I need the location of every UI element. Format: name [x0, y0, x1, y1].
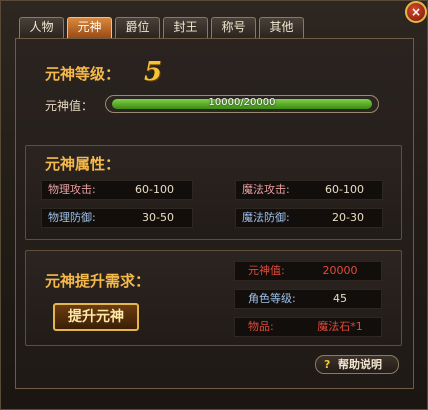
attr-value: 60-100	[325, 183, 364, 196]
attr-physical-attack: 物理攻击: 60-100	[41, 180, 193, 200]
req-label: 元神值:	[248, 264, 285, 277]
tab-other[interactable]: 其他	[259, 17, 304, 38]
yuanshen-value-label: 元神值：	[45, 99, 94, 113]
yuanshen-progress-bar: 10000/20000	[105, 95, 379, 113]
tab-yuanshen[interactable]: 元神	[67, 17, 112, 38]
attr-magic-attack: 魔法攻击: 60-100	[235, 180, 383, 200]
req-yuanshen-value: 元神值: 20000	[234, 261, 382, 281]
tab-nobility[interactable]: 爵位	[115, 17, 160, 38]
progress-text: 10000/20000	[208, 97, 276, 108]
attr-physical-defense: 物理防御: 30-50	[41, 208, 193, 228]
req-value: 20000	[322, 264, 358, 277]
help-label: 帮助说明	[338, 358, 382, 371]
attr-label: 魔法攻击:	[242, 183, 290, 196]
attr-value: 20-30	[332, 211, 364, 224]
help-icon: ?	[324, 358, 331, 371]
window-frame: × 人物 元神 爵位 封王 称号 其他 元神等级： 5 元神值： 10000/2…	[0, 0, 428, 410]
level-value: 5	[144, 57, 163, 87]
tab-king[interactable]: 封王	[163, 17, 208, 38]
tab-bar: 人物 元神 爵位 封王 称号 其他	[19, 17, 304, 38]
attr-label: 魔法防御:	[242, 211, 290, 224]
req-label: 角色等级:	[248, 292, 296, 305]
req-value: 45	[333, 292, 347, 305]
attr-label: 物理攻击:	[48, 183, 96, 196]
attr-label: 物理防御:	[48, 211, 96, 224]
attributes-title: 元神属性：	[45, 155, 121, 173]
help-button[interactable]: ? 帮助说明	[315, 355, 399, 374]
req-label: 物品:	[248, 320, 274, 333]
req-character-level: 角色等级: 45	[234, 289, 382, 309]
requirements-title: 元神提升需求：	[45, 272, 151, 290]
req-value: 魔法石*1	[317, 320, 363, 333]
attr-value: 30-50	[142, 211, 174, 224]
tab-character[interactable]: 人物	[19, 17, 64, 38]
tab-title[interactable]: 称号	[211, 17, 256, 38]
close-icon[interactable]: ×	[405, 1, 427, 23]
attr-magic-defense: 魔法防御: 20-30	[235, 208, 383, 228]
attr-value: 60-100	[135, 183, 174, 196]
upgrade-yuanshen-button[interactable]: 提升元神	[53, 303, 139, 331]
req-item: 物品: 魔法石*1	[234, 317, 382, 337]
level-title: 元神等级：	[45, 65, 121, 83]
